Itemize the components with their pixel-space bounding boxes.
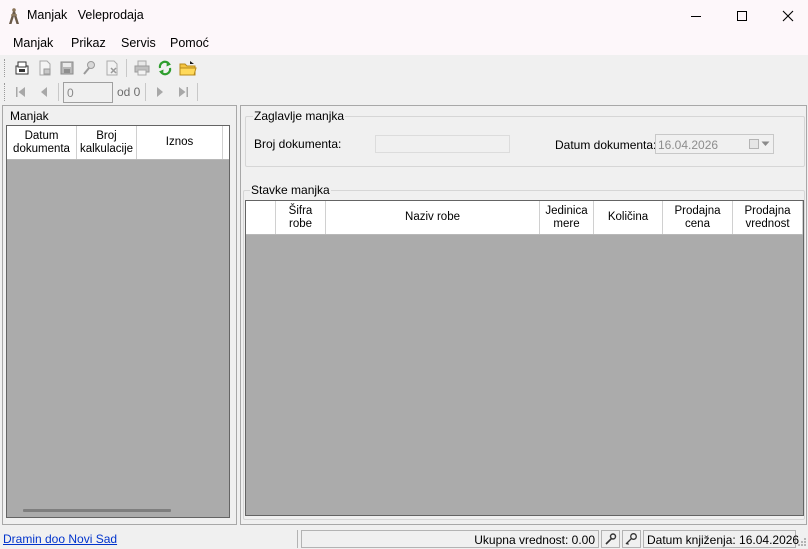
company-link[interactable]: Dramin doo Novi Sad (0, 530, 298, 548)
search-button[interactable] (79, 58, 99, 78)
menu-bar: Manjak Prikaz Servis Pomoć (0, 31, 808, 55)
status-bar: Dramin doo Novi Sad Ukupna vrednost: 0.0… (0, 528, 808, 549)
column-broj-kalkulacije[interactable]: Broj kalkulacije (77, 126, 137, 159)
navigator-grip[interactable] (4, 83, 7, 101)
toolbar-grip[interactable] (4, 59, 7, 77)
print-icon (134, 60, 150, 76)
total-value-label: Ukupna vrednost: 0.00 (301, 530, 599, 548)
horizontal-scrollbar[interactable] (23, 509, 171, 512)
minimize-icon (691, 15, 701, 17)
column-prodajna-vrednost[interactable]: Prodajna vrednost (733, 201, 803, 234)
items-grid-header: Šifra robe Naziv robe Jedinica mere Koli… (246, 201, 803, 235)
last-record-button[interactable] (173, 82, 193, 102)
menu-manjak[interactable]: Manjak (13, 36, 53, 50)
wrench-icon (605, 533, 617, 545)
manjak-grid-header: Datum dokumenta Broj kalkulacije Iznos (7, 126, 229, 160)
export-button[interactable] (35, 58, 55, 78)
navigator-separator (145, 83, 146, 101)
minimize-button[interactable] (673, 0, 719, 31)
export-icon (39, 60, 51, 76)
next-record-icon (157, 87, 163, 97)
delete-button[interactable] (102, 58, 122, 78)
doc-date-label: Datum dokumenta: (555, 138, 657, 152)
doc-date-picker[interactable]: 16.04.2026 (655, 134, 774, 154)
save-button[interactable] (57, 58, 77, 78)
maximize-button[interactable] (719, 0, 765, 31)
toolbar-separator (126, 59, 127, 77)
open-folder-icon (179, 61, 197, 76)
column-iznos[interactable]: Iznos (137, 126, 223, 159)
doc-date-value: 16.04.2026 (658, 138, 719, 152)
column-naziv-robe[interactable]: Naziv robe (326, 201, 540, 234)
column-row-header (246, 201, 276, 234)
navigator-separator (58, 83, 59, 101)
print-button[interactable] (132, 58, 152, 78)
main-toolbar (0, 55, 808, 81)
key-icon (625, 533, 637, 545)
search-tool-button[interactable] (622, 530, 641, 548)
navigator-separator (197, 83, 198, 101)
column-datum-dokumenta[interactable]: Datum dokumenta (7, 126, 77, 159)
title-bar: Manjak Veleprodaja (0, 0, 808, 31)
navigator-toolbar: 0 od 0 (0, 81, 808, 103)
close-icon (782, 10, 794, 21)
menu-pomoc[interactable]: Pomoć (170, 36, 209, 50)
items-grid[interactable]: Šifra robe Naziv robe Jedinica mere Koli… (245, 200, 804, 516)
resize-grip-icon[interactable] (797, 537, 807, 547)
record-position-input[interactable]: 0 (63, 82, 113, 103)
maximize-icon (737, 10, 747, 21)
chevron-down-icon (761, 141, 770, 146)
app-logo-icon (6, 7, 22, 25)
search-icon (83, 61, 95, 75)
booking-date-label: Datum knjiženja: 16.04.2026 (643, 530, 799, 548)
next-record-button[interactable] (150, 82, 170, 102)
open-folder-button[interactable] (178, 58, 198, 78)
items-group-title: Stavke manjka (250, 183, 331, 197)
tool-button[interactable] (601, 530, 620, 548)
first-record-button[interactable] (11, 82, 31, 102)
menu-servis[interactable]: Servis (121, 36, 156, 50)
save-icon (60, 61, 74, 75)
delete-icon (106, 60, 118, 76)
column-jedinica-mere[interactable]: Jedinica mere (540, 201, 594, 234)
doc-number-input[interactable] (375, 135, 510, 153)
manjak-panel-title: Manjak (9, 109, 50, 123)
manjak-grid[interactable]: Datum dokumenta Broj kalkulacije Iznos (6, 125, 230, 518)
column-prodajna-cena[interactable]: Prodajna cena (663, 201, 733, 234)
first-record-icon (16, 87, 25, 97)
menu-prikaz[interactable]: Prikaz (71, 36, 106, 50)
close-button[interactable] (765, 0, 808, 31)
column-kolicina[interactable]: Količina (594, 201, 663, 234)
new-document-icon (15, 61, 29, 75)
last-record-icon (179, 87, 188, 97)
column-sifra-robe[interactable]: Šifra robe (276, 201, 326, 234)
previous-record-button[interactable] (34, 82, 54, 102)
new-document-button[interactable] (12, 58, 32, 78)
refresh-button[interactable] (155, 58, 175, 78)
header-group-title: Zaglavlje manjka (253, 109, 346, 123)
previous-record-icon (41, 87, 47, 97)
refresh-icon (158, 60, 172, 76)
window-title: Manjak Veleprodaja (27, 8, 144, 22)
doc-number-label: Broj dokumenta: (254, 137, 342, 151)
record-count-label: od 0 (117, 85, 141, 99)
calendar-icon (749, 139, 759, 149)
